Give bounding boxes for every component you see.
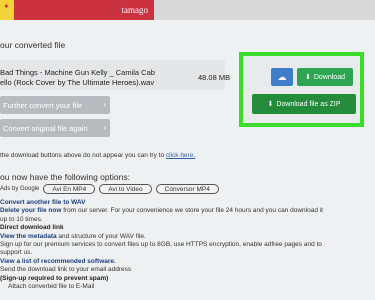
brand-logo[interactable]: tamago bbox=[14, 0, 154, 20]
converted-file-title: our converted file bbox=[0, 40, 66, 50]
download-label: Download bbox=[313, 73, 345, 81]
option-line[interactable]: Sign up for our premium services to conv… bbox=[0, 241, 370, 249]
ads-row: Ads by Google Avi En MP4 Avi to Video Co… bbox=[0, 184, 219, 194]
convert-again-label: Convert original file again bbox=[3, 123, 88, 133]
download-icon: ⬇ bbox=[267, 101, 274, 108]
chevron-right-icon: › bbox=[103, 123, 106, 132]
option-line[interactable]: Direct download link bbox=[0, 224, 370, 232]
options-title: ou now have the following options: bbox=[0, 172, 130, 182]
logo-mark-icon: ✦ bbox=[3, 2, 10, 11]
ad-pill[interactable]: Avi to Video bbox=[99, 184, 152, 194]
option-line: (Sign-up required to prevent spam) bbox=[0, 274, 109, 282]
download-icon: ⬇ bbox=[304, 74, 311, 81]
chevron-right-icon: › bbox=[103, 100, 106, 109]
option-line: support us. bbox=[0, 249, 33, 257]
option-line[interactable]: View a list of recommended software. bbox=[0, 258, 370, 266]
options-list: Convert another file to WAV Delete your … bbox=[0, 199, 370, 291]
download-button[interactable]: ⬇ Download bbox=[297, 68, 353, 86]
hint-text: the download buttons above do not appear… bbox=[0, 152, 165, 159]
file-name-line2: ello (Rock Cover by The Ultimate Heroes)… bbox=[0, 78, 155, 87]
ad-pill[interactable]: Conversor MP4 bbox=[155, 184, 219, 194]
file-name: Bad Things - Machine Gun Kelly _ Camila … bbox=[0, 68, 180, 88]
cloud-upload-button[interactable]: ☁ bbox=[271, 68, 293, 86]
download-hint: the download buttons above do not appear… bbox=[0, 152, 195, 159]
option-line[interactable]: Attach converted file to E-Mail bbox=[0, 283, 370, 291]
cloud-upload-icon: ☁ bbox=[277, 71, 287, 82]
option-line[interactable]: Send the download link to your email add… bbox=[0, 266, 370, 274]
click-here-link[interactable]: click here. bbox=[166, 152, 195, 159]
file-size: 48.08 MB bbox=[198, 73, 231, 82]
option-line[interactable]: Delete your file now from our server. Fo… bbox=[0, 207, 370, 215]
further-convert-button[interactable]: Further convert your file › bbox=[0, 96, 110, 114]
option-line[interactable]: View the metadata and structure of your … bbox=[0, 233, 370, 241]
download-zip-button[interactable]: ⬇ Download file as ZIP bbox=[252, 94, 356, 114]
further-convert-label: Further convert your file bbox=[3, 100, 83, 110]
ads-label: Ads by Google bbox=[0, 186, 40, 192]
download-zip-label: Download file as ZIP bbox=[276, 100, 341, 108]
download-panel-highlight bbox=[239, 52, 364, 127]
brand-name: tamago bbox=[121, 5, 149, 15]
option-line: up to 10 times. bbox=[0, 215, 43, 223]
convert-again-button[interactable]: Convert original file again › bbox=[0, 119, 110, 137]
ad-pill[interactable]: Avi En MP4 bbox=[43, 184, 96, 194]
option-line[interactable]: Convert another file to WAV bbox=[0, 199, 370, 207]
file-name-line1: Bad Things - Machine Gun Kelly _ Camila … bbox=[0, 68, 155, 77]
